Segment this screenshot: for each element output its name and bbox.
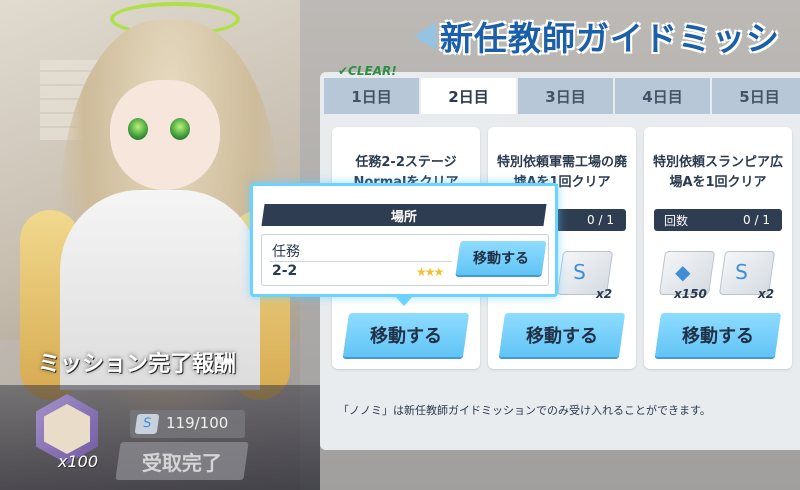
character-eye-right	[170, 118, 190, 140]
title-arrow-icon	[414, 22, 436, 50]
tab-day-5[interactable]: 5日目	[712, 78, 800, 114]
character-eye-left	[128, 118, 148, 140]
popup-go-button[interactable]: 移動する	[455, 241, 547, 275]
mission-count: 0 / 1	[587, 213, 614, 227]
popup-location-row: 任務 2-2 ★★★ 移動する	[261, 234, 549, 286]
mission-title: 特別依頼スランピア広場Aを1回クリア	[652, 155, 783, 190]
report-icon: S	[134, 414, 160, 434]
go-button-label: 移動する	[526, 326, 598, 347]
reward-qty: x2	[758, 287, 775, 301]
go-button[interactable]: 移動する	[654, 313, 782, 357]
claim-button-label: 受取完了	[142, 450, 222, 475]
popup-header: 場所	[261, 204, 547, 226]
go-button[interactable]: 移動する	[498, 313, 626, 357]
character-face	[110, 80, 220, 190]
popup-go-button-label: 移動する	[473, 251, 529, 267]
count-label: 回数	[664, 213, 689, 228]
go-button-label: 移動する	[370, 326, 442, 347]
notice-text: 「ノノミ」は新任教師ガイドミッションでのみ受け入れることができます。	[338, 404, 711, 417]
mission-count-bar: 回数 0 / 1	[654, 209, 782, 231]
reward-item-qty: x100	[58, 452, 99, 471]
reward-qty: x150	[674, 287, 707, 301]
clear-badge: ✔CLEAR!	[338, 64, 397, 78]
divider	[270, 261, 452, 262]
location-category: 任務	[272, 244, 300, 260]
mission-count: 0 / 1	[743, 213, 770, 227]
reward-progress-text: 119/100	[166, 414, 229, 432]
tab-day-1[interactable]: 1日目	[324, 78, 419, 114]
location-popup: 場所 任務 2-2 ★★★ 移動する	[250, 183, 558, 297]
mission-card-3: 特別依頼スランピア広場Aを1回クリア 回数 0 / 1 ◆ x150 S x2 …	[644, 127, 792, 369]
reward-qty: x2	[596, 287, 613, 301]
page-title: 新任教師ガイドミッシ	[440, 19, 780, 58]
report-icon: S	[573, 260, 586, 284]
popup-header-label: 場所	[390, 209, 417, 225]
go-button[interactable]: 移動する	[342, 313, 470, 357]
tab-day-4[interactable]: 4日目	[615, 78, 710, 114]
go-button-label: 移動する	[682, 326, 754, 347]
reward-title: ミッション完了報酬	[38, 352, 237, 377]
tab-day-3[interactable]: 3日目	[518, 78, 613, 114]
day-tabs: 1日目 2日目 3日目 4日目 5日目	[324, 78, 800, 114]
report-icon: S	[735, 260, 748, 284]
popup-pointer-icon	[395, 296, 413, 306]
crystal-icon: ◆	[675, 260, 691, 284]
location-stage: 2-2	[272, 263, 298, 279]
tab-day-2[interactable]: 2日目	[421, 78, 516, 114]
star-rating-icon: ★★★	[416, 265, 444, 279]
claim-button[interactable]: 受取完了	[115, 442, 249, 480]
